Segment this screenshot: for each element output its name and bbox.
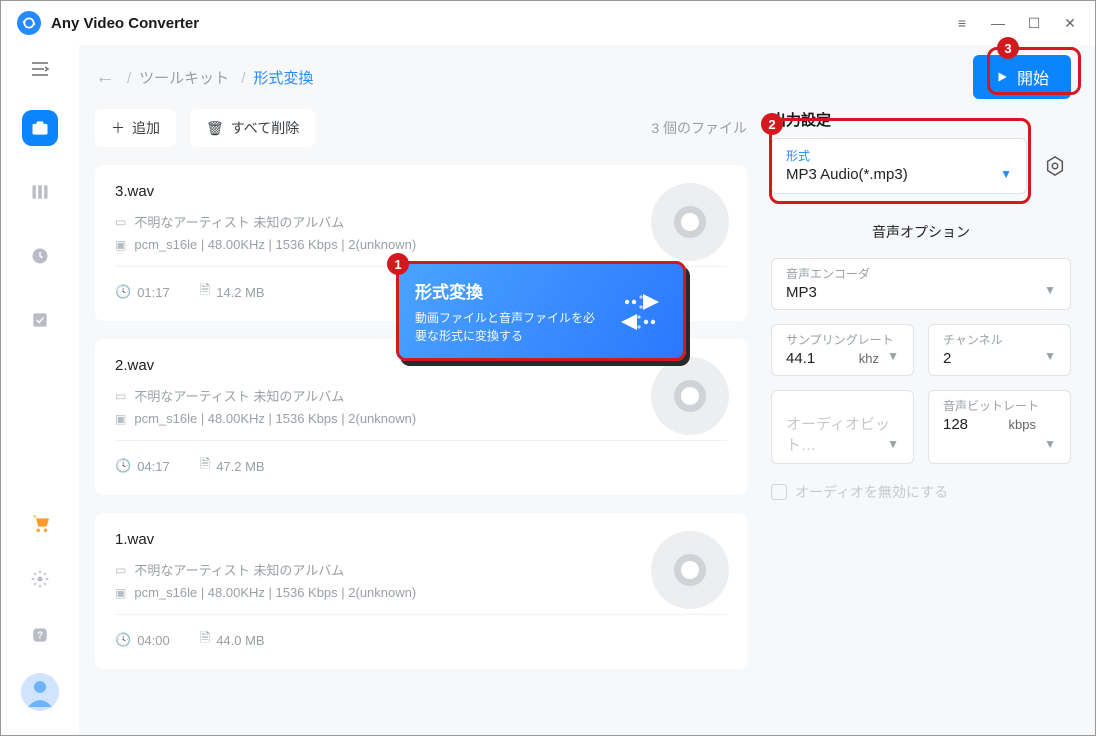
file-icon: 🗎	[200, 455, 210, 477]
clock-icon: 🕓	[115, 458, 131, 474]
popup-title: 形式変換	[415, 278, 597, 303]
samplerate-select[interactable]: サンプリングレート 44.1khz ▼	[771, 324, 914, 376]
file-name: 3.wav	[115, 183, 727, 200]
clock-icon: 🕓	[115, 284, 131, 300]
add-button[interactable]: ＋追加	[95, 109, 176, 147]
file-card[interactable]: 2.wav ▭不明なアーティスト 未知のアルバム ▣pcm_s16le | 48…	[95, 339, 747, 495]
titlebar: Any Video Converter ≡ — ☐ ✕	[1, 1, 1095, 45]
shop-icon[interactable]	[22, 505, 58, 541]
channel-select[interactable]: チャンネル 2 ▼	[928, 324, 1071, 376]
swap-arrows-icon	[613, 284, 667, 338]
back-icon[interactable]: ←	[95, 66, 115, 89]
annotation-badge-3: 3	[997, 37, 1019, 59]
sidebar: ?	[1, 45, 79, 735]
annotation-badge-2: 2	[761, 113, 783, 135]
sidebar-item-tasks[interactable]	[22, 302, 58, 338]
settings-icon[interactable]	[22, 561, 58, 597]
convert-popup[interactable]: 形式変換 動画ファイルと音声ファイルを必要な形式に変換する	[396, 261, 686, 361]
plus-icon: ＋	[111, 118, 125, 138]
breadcrumb: ← ツールキット 形式変換	[95, 66, 313, 89]
play-icon	[995, 70, 1009, 84]
breadcrumb-toolkit[interactable]: ツールキット	[127, 67, 229, 88]
encoder-select[interactable]: 音声エンコーダ MP3 ▼	[771, 258, 1071, 310]
app-logo-icon	[17, 11, 41, 35]
sidebar-item-library[interactable]	[22, 174, 58, 210]
chevron-down-icon: ▼	[1044, 437, 1056, 451]
popup-desc: 動画ファイルと音声ファイルを必要な形式に変換する	[415, 309, 597, 345]
chevron-down-icon: ▼	[1044, 283, 1056, 297]
maximize-button[interactable]: ☐	[1025, 15, 1043, 32]
chevron-down-icon: ▼	[1000, 167, 1012, 181]
artist-icon: ▭	[115, 563, 126, 577]
minimize-button[interactable]: —	[989, 15, 1007, 31]
codec-icon: ▣	[115, 412, 126, 426]
app-title: Any Video Converter	[51, 15, 199, 32]
chevron-down-icon: ▼	[887, 349, 899, 363]
advanced-settings-icon[interactable]	[1039, 150, 1071, 182]
bitrate-select[interactable]: 音声ビットレート 128kbps ▼	[928, 390, 1071, 464]
trash-icon: 🗑	[206, 120, 224, 137]
file-count: 3 個のファイル	[651, 118, 747, 138]
file-panel: ＋追加 🗑すべて削除 3 個のファイル 3.wav ▭不明なアーティスト 未知の…	[95, 109, 747, 687]
breadcrumb-current: 形式変換	[241, 67, 313, 88]
file-card[interactable]: 1.wav ▭不明なアーティスト 未知のアルバム ▣pcm_s16le | 48…	[95, 513, 747, 669]
audio-thumb-icon	[651, 357, 729, 435]
help-icon[interactable]: ?	[22, 617, 58, 653]
user-avatar[interactable]	[21, 673, 59, 711]
checkbox-icon	[771, 484, 787, 500]
audio-options-heading: 音声オプション	[771, 222, 1071, 242]
chevron-down-icon: ▼	[887, 437, 899, 451]
disable-audio-checkbox[interactable]: オーディオを無効にする	[771, 482, 1071, 502]
file-icon: 🗎	[200, 629, 210, 651]
artist-icon: ▭	[115, 215, 126, 229]
format-select[interactable]: 形式 MP3 Audio(*.mp3) ▼	[771, 138, 1027, 194]
output-settings-heading: 出力設定	[771, 109, 1071, 130]
audio-thumb-icon	[651, 531, 729, 609]
file-icon: 🗎	[200, 281, 210, 303]
clock-icon: 🕓	[115, 632, 131, 648]
codec-icon: ▣	[115, 586, 126, 600]
codec-icon: ▣	[115, 238, 126, 252]
app-window: Any Video Converter ≡ — ☐ ✕	[0, 0, 1096, 736]
sidebar-item-history[interactable]	[22, 238, 58, 274]
delete-all-button[interactable]: 🗑すべて削除	[190, 109, 315, 147]
menu-icon[interactable]: ≡	[953, 15, 971, 31]
sidebar-toggle-icon[interactable]	[30, 61, 50, 82]
audiobit-select: オーディオビット… ▼	[771, 390, 914, 464]
start-button[interactable]: 開始	[973, 55, 1071, 99]
close-button[interactable]: ✕	[1061, 15, 1079, 32]
annotation-badge-1: 1	[387, 253, 409, 275]
sidebar-item-toolkit[interactable]	[22, 110, 58, 146]
output-settings-panel: 出力設定 形式 MP3 Audio(*.mp3) ▼ 音声オプション	[771, 109, 1071, 687]
artist-icon: ▭	[115, 389, 126, 403]
main-area: ← ツールキット 形式変換 開始 ＋追加 🗑すべて削除 3 個のファイル	[79, 45, 1095, 735]
file-name: 1.wav	[115, 531, 727, 548]
chevron-down-icon: ▼	[1044, 349, 1056, 363]
svg-text:?: ?	[37, 630, 43, 641]
audio-thumb-icon	[651, 183, 729, 261]
